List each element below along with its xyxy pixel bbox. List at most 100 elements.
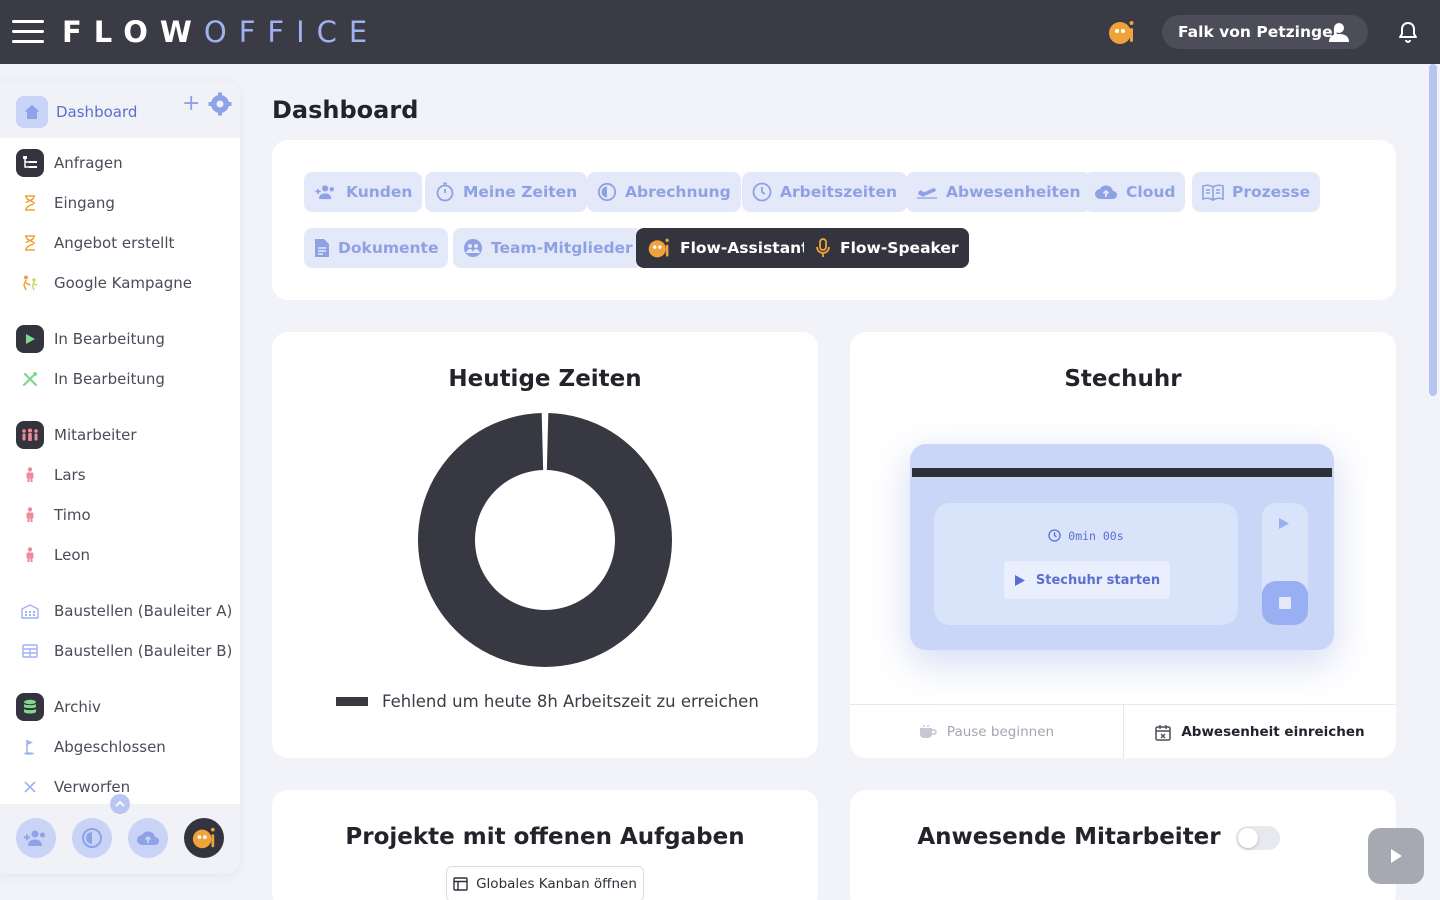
clock-icon	[752, 182, 772, 202]
submit-absence-button[interactable]: Abwesenheit einreichen	[1124, 705, 1396, 758]
assistant-icon	[648, 238, 669, 258]
kanban-icon	[453, 877, 468, 891]
clock-icon	[1048, 529, 1062, 542]
billing-button[interactable]	[72, 818, 112, 858]
play-icon[interactable]	[1278, 517, 1290, 530]
floating-play-button[interactable]	[1368, 828, 1424, 884]
sidebar-item-label: Google Kampagne	[54, 274, 193, 292]
start-clock-button[interactable]: Stechuhr starten	[1004, 561, 1170, 599]
database-icon	[16, 693, 44, 721]
time-clock-controls	[1262, 503, 1308, 625]
open-kanban-label: Globales Kanban öffnen	[476, 876, 637, 892]
stop-button[interactable]	[1262, 581, 1308, 625]
document-icon	[315, 239, 329, 257]
user-menu-button[interactable]: Falk von Petzinger	[1162, 15, 1368, 49]
sidebar-item-label: In Bearbeitung	[54, 330, 165, 348]
quick-link-label: Dokumente	[338, 239, 439, 257]
sidebar-item-angebot-erstellt[interactable]: Angebot erstellt	[16, 228, 174, 258]
time-clock-title: Stechuhr	[1064, 366, 1182, 392]
quick-link-abrechnung[interactable]: Abrechnung	[587, 172, 741, 212]
hourglass-icon	[16, 189, 44, 217]
sidebar-item-in-bearbeitung-sub[interactable]: In Bearbeitung	[16, 364, 165, 394]
quick-link-label: Team-Mitglieder	[491, 239, 633, 257]
assistant-icon	[192, 827, 215, 849]
book-icon	[1202, 184, 1224, 201]
quick-link-label: Abrechnung	[625, 183, 731, 201]
add-icon[interactable]: +	[182, 92, 200, 116]
person-icon	[16, 501, 44, 529]
sidebar-item-lars[interactable]: Lars	[16, 460, 86, 490]
sidebar-item-label: Mitarbeiter	[54, 426, 137, 444]
flow-assistant-button[interactable]	[184, 818, 224, 858]
hourglass-icon	[16, 229, 44, 257]
sidebar-item-dashboard[interactable]: Dashboard	[16, 96, 137, 128]
time-clock-card: Stechuhr 0min 00s Stechuhr starten Pause…	[850, 332, 1396, 758]
sidebar-item-google-kampagne[interactable]: Google Kampagne	[16, 268, 192, 298]
sidebar-item-anfragen[interactable]: Anfragen	[16, 148, 123, 178]
quick-link-prozesse[interactable]: Prozesse	[1192, 172, 1321, 212]
play-icon	[1391, 849, 1402, 863]
brand-bold: FLOW	[62, 15, 204, 49]
time-clock-footer: Pause beginnen Abwesenheit einreichen	[850, 704, 1396, 758]
brand-light: OFFICE	[203, 15, 380, 49]
sidebar-item-timo[interactable]: Timo	[16, 500, 91, 530]
quick-link-kunden[interactable]: Kunden	[304, 172, 423, 212]
globe-team-icon	[464, 239, 482, 257]
user-plus-icon	[24, 830, 45, 846]
cloud-icon	[137, 831, 159, 845]
brand-logo[interactable]: FLOWOFFICE	[62, 14, 379, 50]
stop-icon	[1279, 597, 1291, 609]
person-icon	[16, 541, 44, 569]
quick-link-label: Flow-Assistant	[680, 239, 809, 257]
sidebar-item-label: Anfragen	[54, 154, 123, 172]
add-user-button[interactable]	[16, 818, 56, 858]
sidebar-item-baustellen-a[interactable]: Baustellen (Bauleiter A)	[16, 596, 232, 626]
quick-link-team-mitglieder[interactable]: Team-Mitglieder	[453, 228, 643, 268]
time-clock-bar	[912, 468, 1332, 477]
present-employees-toggle[interactable]	[1236, 826, 1280, 850]
open-kanban-button[interactable]: Globales Kanban öffnen	[446, 866, 644, 900]
sidebar-item-label: Leon	[54, 546, 91, 564]
sidebar-item-eingang[interactable]: Eingang	[16, 188, 115, 218]
chart-legend: Fehlend um heute 8h Arbeitszeit zu errei…	[336, 692, 759, 711]
sidebar-item-baustellen-b[interactable]: Baustellen (Bauleiter B)	[16, 636, 232, 666]
menu-icon[interactable]	[12, 20, 44, 44]
donut-slice[interactable]	[418, 413, 672, 667]
top-bar: FLOWOFFICE Falk von Petzinger	[0, 0, 1440, 64]
sidebar-item-abgeschlossen[interactable]: Abgeschlossen	[16, 732, 166, 762]
sidebar-item-label: Abgeschlossen	[54, 738, 166, 756]
today-donut-chart	[418, 413, 672, 667]
chevron-up-icon[interactable]	[110, 794, 130, 814]
sidebar-item-mitarbeiter[interactable]: Mitarbeiter	[16, 420, 137, 450]
user-icon	[1329, 23, 1349, 42]
bell-icon[interactable]	[1396, 20, 1420, 44]
coffee-icon	[919, 725, 937, 738]
quick-link-meine-zeiten[interactable]: Meine Zeiten	[425, 172, 588, 212]
building-icon	[16, 597, 44, 625]
sidebar-item-archiv[interactable]: Archiv	[16, 692, 101, 722]
microphone-icon	[816, 238, 830, 257]
user-name: Falk von Petzinger	[1178, 23, 1341, 41]
quick-link-arbeitszeiten[interactable]: Arbeitszeiten	[742, 172, 907, 212]
quick-link-flow-speaker[interactable]: Flow-Speaker	[804, 228, 969, 268]
quick-link-abwesenheiten[interactable]: Abwesenheiten	[906, 172, 1091, 212]
quick-link-dokumente[interactable]: Dokumente	[304, 228, 449, 268]
time-clock-widget: 0min 00s Stechuhr starten	[910, 444, 1334, 650]
sidebar-item-in-bearbeitung[interactable]: In Bearbeitung	[16, 324, 165, 354]
quick-link-flow-assistant[interactable]: Flow-Assistant	[636, 228, 819, 268]
golf-flag-icon	[16, 733, 44, 761]
quick-link-label: Cloud	[1126, 183, 1176, 201]
quick-link-label: Meine Zeiten	[463, 183, 578, 201]
assistant-icon[interactable]	[1108, 18, 1136, 46]
sidebar-item-label: In Bearbeitung	[54, 370, 165, 388]
pause-button[interactable]: Pause beginnen	[850, 705, 1123, 758]
list-tree-icon	[16, 149, 44, 177]
play-icon	[16, 325, 44, 353]
scrollbar-thumb[interactable]	[1429, 64, 1437, 396]
gear-icon[interactable]	[208, 92, 232, 116]
quick-link-cloud[interactable]: Cloud	[1084, 172, 1186, 212]
moon-clock-icon	[82, 828, 102, 848]
cloud-upload-button[interactable]	[128, 818, 168, 858]
sidebar-item-leon[interactable]: Leon	[16, 540, 90, 570]
cloud-icon	[1095, 185, 1117, 199]
